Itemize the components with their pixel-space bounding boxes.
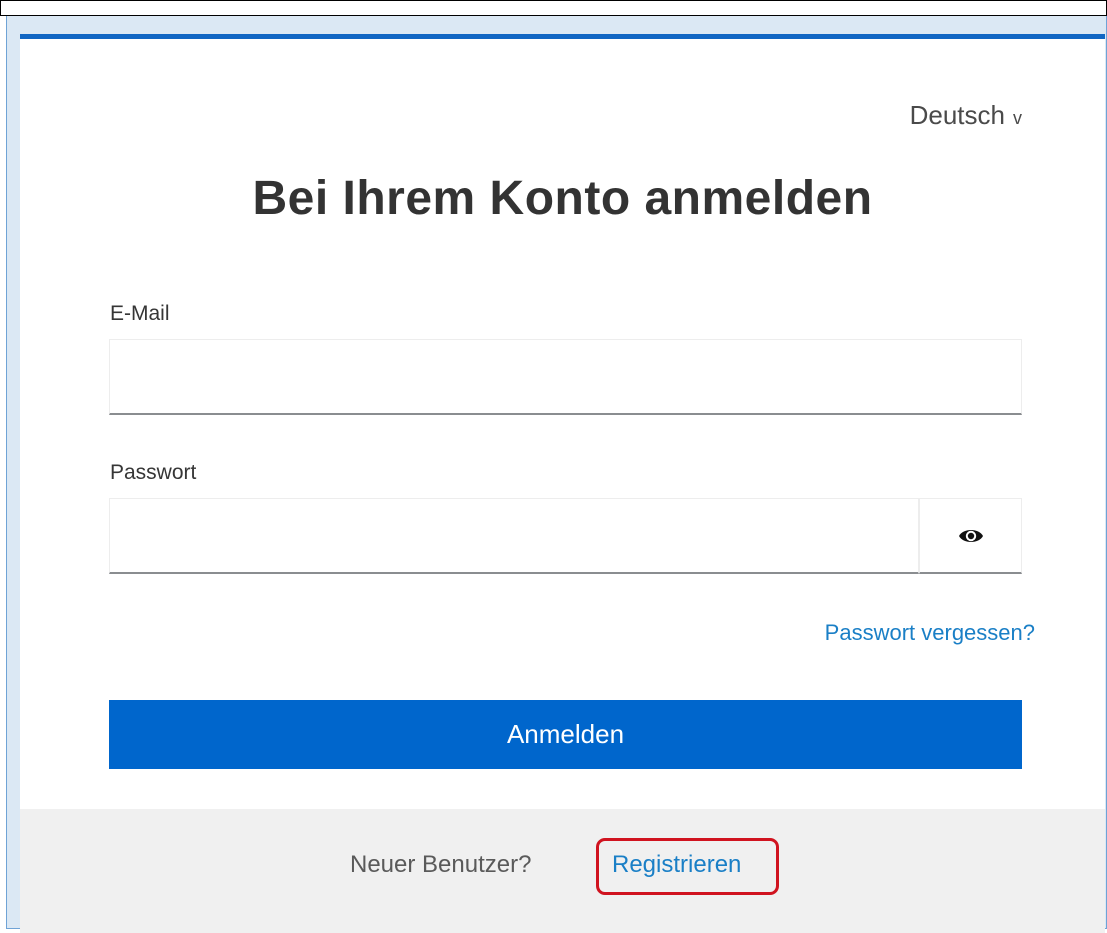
- new-user-text: Neuer Benutzer?: [350, 851, 532, 878]
- email-field[interactable]: [110, 340, 1021, 413]
- email-label: E-Mail: [110, 302, 170, 325]
- footer-bar: [20, 809, 1105, 933]
- window-top-strip: [0, 0, 1107, 16]
- password-label: Passwort: [110, 461, 197, 484]
- chevron-down-icon: v: [1013, 108, 1022, 128]
- login-button[interactable]: Anmelden: [109, 700, 1022, 769]
- language-selected-label: Deutsch: [909, 100, 1005, 130]
- show-password-button[interactable]: [919, 498, 1022, 574]
- eye-icon: [958, 529, 983, 542]
- forgot-password-link[interactable]: Passwort vergessen?: [825, 620, 1035, 646]
- password-field[interactable]: [110, 499, 918, 572]
- login-card: Deutsch v Bei Ihrem Konto anmelden E-Mai…: [20, 34, 1105, 933]
- password-field-wrapper: [109, 498, 919, 574]
- register-link[interactable]: Registrieren: [612, 851, 741, 879]
- page-title: Bei Ihrem Konto anmelden: [252, 172, 873, 225]
- email-field-wrapper: [109, 339, 1022, 415]
- language-selector[interactable]: Deutsch v: [910, 100, 1022, 131]
